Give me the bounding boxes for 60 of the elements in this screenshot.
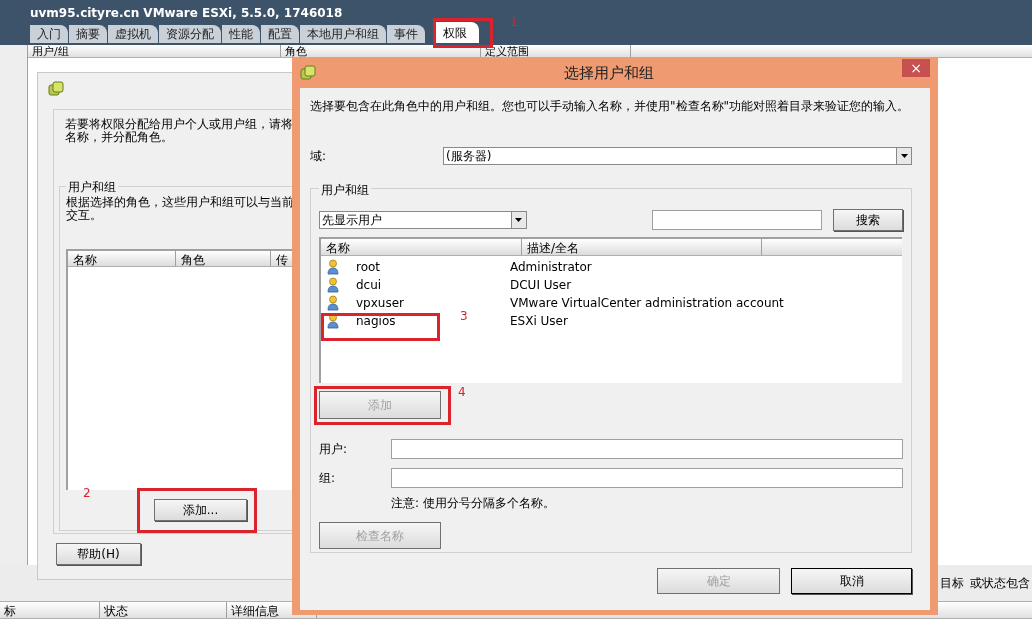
group-field[interactable] (391, 468, 903, 488)
domain-dropdown[interactable]: (服务器) (443, 147, 912, 165)
user-field[interactable] (391, 439, 903, 459)
app-icon (300, 65, 316, 81)
group-title: 用户和组 (319, 181, 371, 199)
column-header[interactable]: 角色 (176, 251, 271, 267)
column-header[interactable]: 名称 (321, 239, 522, 255)
filter-label: 或状态包含 (970, 575, 1030, 592)
search-button[interactable]: 搜索 (832, 209, 903, 231)
instruction-text: 若要将权限分配给用户个人或用户组，请将 (65, 118, 293, 131)
user-name[interactable]: dcui (356, 276, 382, 294)
user-label: 用户: (319, 441, 349, 458)
step-number: 2 (83, 485, 91, 502)
filter-label: 目标 (940, 575, 964, 592)
column-header[interactable]: 名称 (68, 251, 176, 267)
user-name[interactable]: vpxuser (356, 294, 404, 312)
column-header[interactable]: 状态 (100, 602, 227, 618)
user-description: VMware VirtualCenter administration account (510, 295, 784, 312)
column-header[interactable]: 描述/全名 (522, 239, 762, 255)
user-description: Administrator (510, 259, 592, 276)
tab[interactable]: 入门 (30, 25, 68, 43)
column-header[interactable]: 用户/组 (28, 45, 281, 57)
tab[interactable]: 性能 (222, 25, 260, 43)
instruction-text: 选择要包含在此角色中的用户和组。您也可以手动输入名称，并使用"检查名称"功能对照着目录来验证您的输入。 (310, 98, 911, 115)
tab[interactable]: 事件 (387, 25, 425, 43)
cancel-button[interactable]: 取消 (791, 568, 912, 594)
note-text: 注意: 使用分号分隔多个名称。 (391, 495, 556, 512)
tab[interactable]: 本地用户和组 (300, 25, 386, 43)
window-title: uvm95.cityre.cn VMware ESXi, 5.5.0, 1746018 (30, 5, 343, 22)
user-icon (327, 313, 339, 329)
step-number: 3 (460, 308, 468, 325)
add-button[interactable]: 添加... (154, 499, 247, 522)
highlight-frame (433, 18, 493, 48)
search-field[interactable] (651, 210, 822, 230)
step-number: 1 (510, 14, 518, 31)
tab[interactable]: 摘要 (69, 25, 107, 43)
instruction-text: 名称，并分配角色。 (65, 131, 173, 144)
column-header[interactable]: 角色 (281, 45, 481, 57)
group-description: 交互。 (66, 209, 102, 223)
user-description: DCUI User (510, 277, 572, 294)
group-label: 组: (319, 470, 337, 487)
help-button[interactable]: 帮助(H) (56, 543, 141, 565)
close-button[interactable]: × (902, 59, 930, 77)
filter-dropdown[interactable]: 先显示用户 (319, 211, 527, 229)
tab[interactable]: 权限 (434, 22, 479, 43)
user-icon (327, 295, 339, 311)
tab[interactable]: 配置 (261, 25, 299, 43)
domain-label: 域: (310, 148, 328, 165)
column-header[interactable]: 标 (0, 602, 100, 618)
user-name[interactable]: root (356, 258, 381, 276)
user-name[interactable]: nagios (356, 312, 396, 330)
app-icon (48, 81, 64, 97)
user-icon (327, 277, 339, 293)
tab[interactable]: 虚拟机 (108, 25, 158, 43)
group-description: 根据选择的角色，这些用户和组可以与当前 (66, 196, 294, 210)
step-number: 4 (458, 384, 466, 401)
dialog-title: 选择用户和组 (563, 62, 655, 84)
user-icon (327, 259, 339, 275)
user-description: ESXi User (510, 313, 568, 330)
tab[interactable]: 资源分配 (159, 25, 221, 43)
